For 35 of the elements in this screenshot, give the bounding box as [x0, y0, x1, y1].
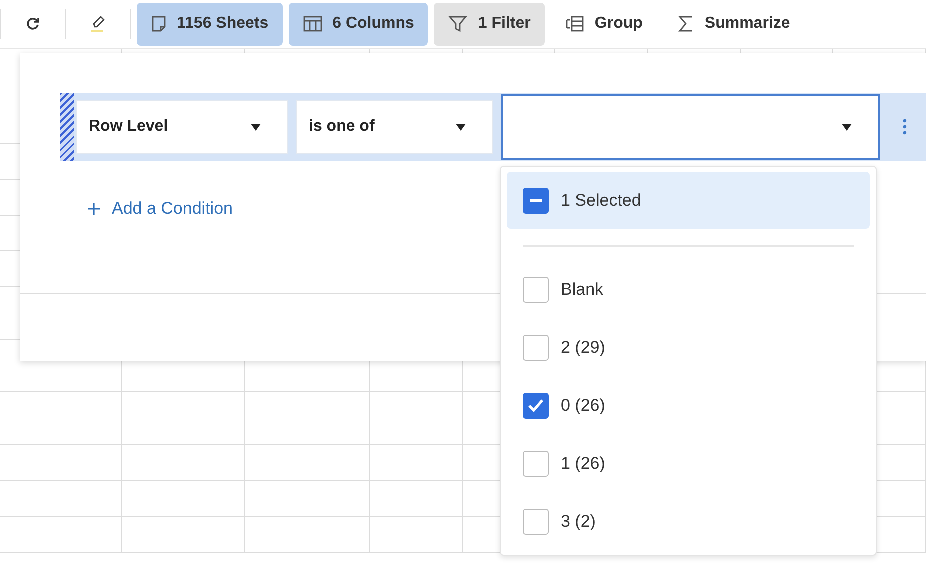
operator-select[interactable]: is one of [296, 100, 493, 154]
columns-icon [302, 15, 323, 33]
option-label[interactable]: 0 (26) [561, 396, 606, 416]
caret-icon [842, 124, 852, 130]
option-label[interactable]: 3 (2) [561, 512, 596, 532]
value-select[interactable] [501, 94, 880, 160]
filter-button[interactable]: 1 Filter [434, 2, 545, 46]
group-icon [564, 15, 585, 33]
option-label[interactable]: 1 (26) [561, 454, 606, 474]
refresh-icon [25, 16, 41, 32]
check-icon [528, 399, 544, 413]
sheet-icon [151, 15, 167, 33]
checkbox[interactable] [523, 451, 549, 477]
sheets-button[interactable]: 1156 Sheets [137, 2, 283, 46]
caret-icon [456, 124, 466, 130]
dash-icon [530, 198, 542, 202]
add-condition-link[interactable]: Add a Condition [88, 199, 233, 219]
more-icon[interactable] [903, 119, 907, 135]
option-label[interactable]: 2 (29) [561, 338, 606, 358]
sigma-icon [676, 15, 695, 33]
drag-handle[interactable] [60, 93, 74, 161]
select-all-checkbox[interactable] [523, 188, 549, 214]
columns-button[interactable]: 6 Columns [288, 2, 428, 46]
plus-icon [88, 203, 100, 215]
field-select[interactable]: Row Level [76, 100, 288, 154]
filter-icon [448, 15, 468, 33]
checkbox[interactable] [523, 509, 549, 535]
checkbox[interactable] [523, 277, 549, 303]
checkbox[interactable] [523, 393, 549, 419]
summarize-button[interactable]: Summarize [662, 2, 804, 46]
caret-icon [251, 124, 261, 130]
group-button[interactable]: Group [550, 2, 657, 46]
option-label[interactable]: Blank [561, 280, 604, 300]
checkbox[interactable] [523, 335, 549, 361]
select-all-option[interactable]: 1 Selected [507, 172, 870, 229]
